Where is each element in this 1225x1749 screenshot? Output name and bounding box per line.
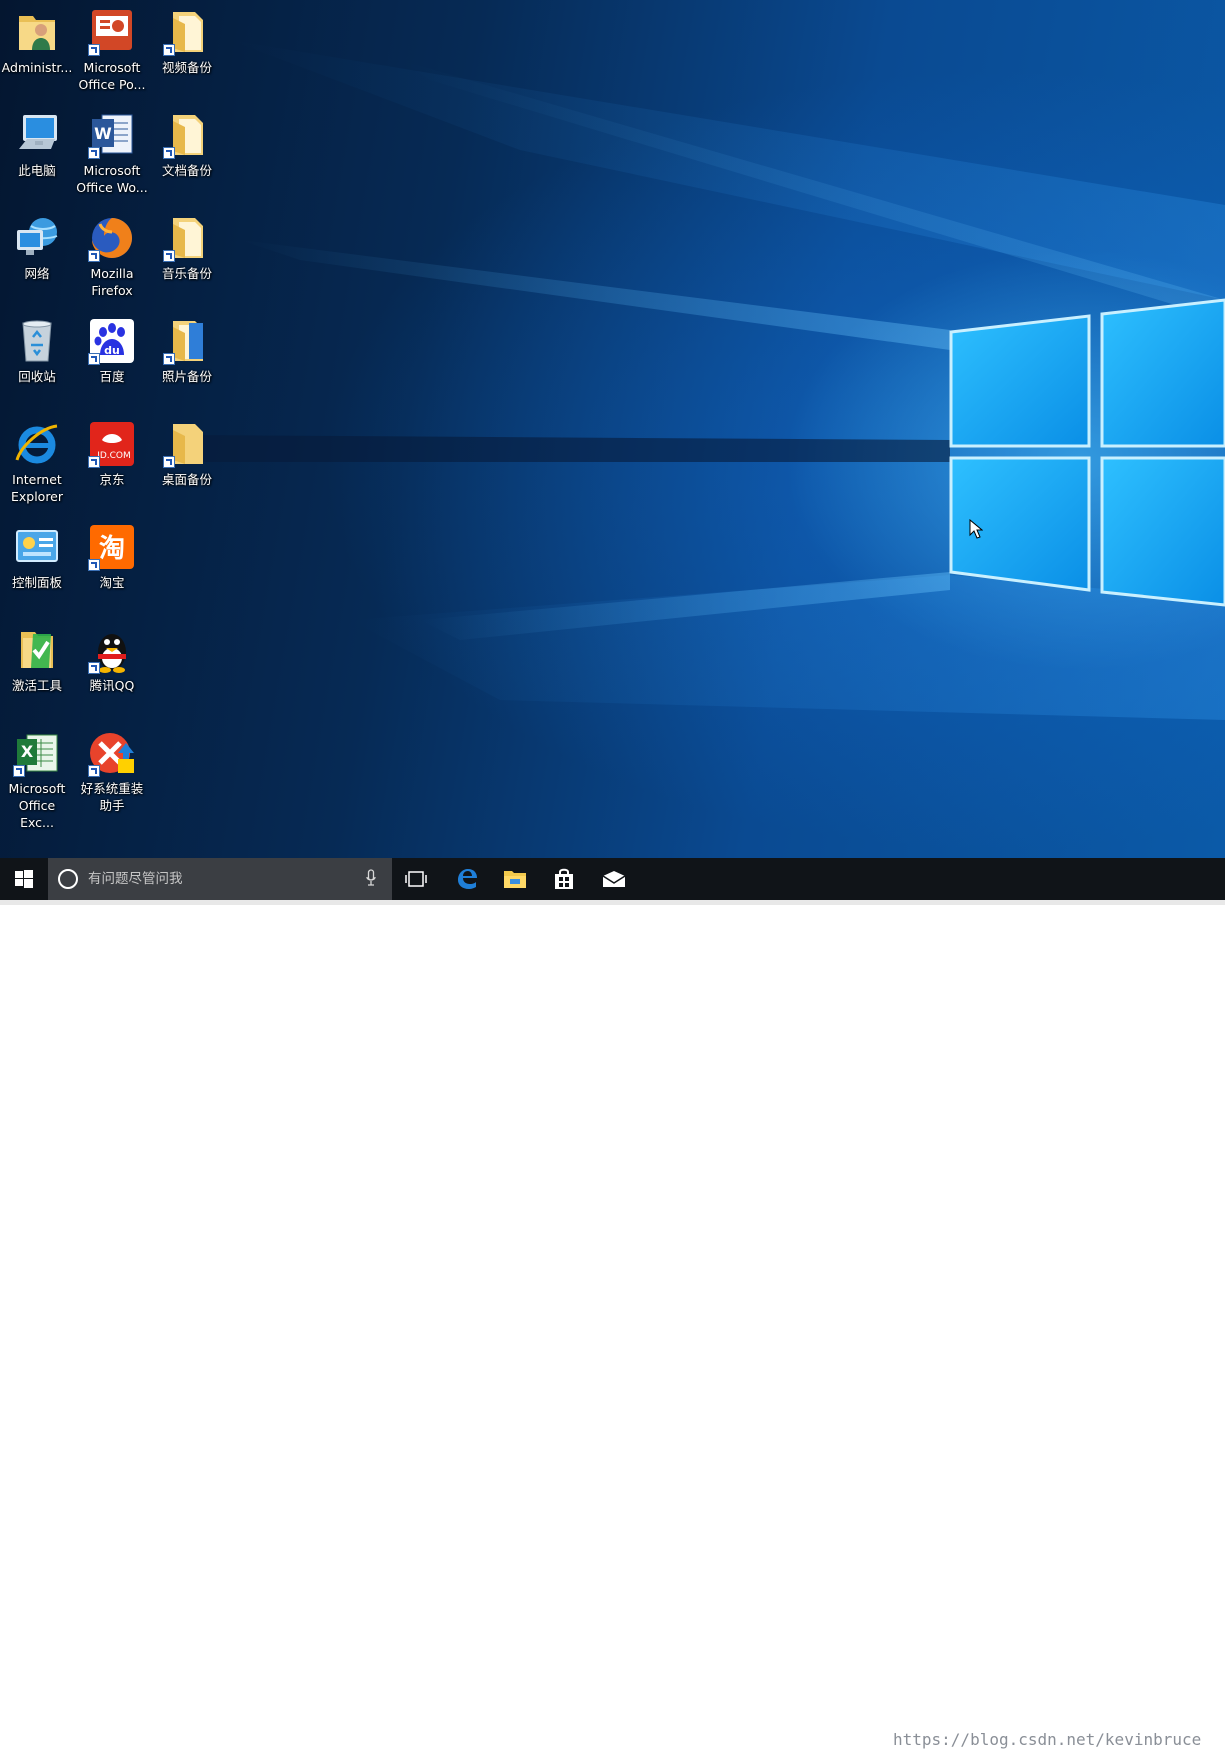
- desktop-icon-label: Mozilla Firefox: [90, 266, 134, 298]
- file-explorer-icon: [504, 871, 526, 888]
- shortcut-arrow-icon: [163, 147, 175, 159]
- user-folder-icon: [19, 16, 55, 50]
- task-view-icon: [405, 871, 427, 887]
- taskbar-mail[interactable]: [590, 858, 638, 900]
- desktop-icon-label: Microsoft Office Wo...: [76, 163, 148, 195]
- excel-glyph: X: [21, 742, 34, 761]
- internet-explorer-icon: [15, 424, 58, 464]
- jd-glyph: JD.COM: [96, 451, 131, 461]
- desktop-background: Administr... 此电脑 网络 回收站 Internet Explore…: [0, 0, 1225, 858]
- desktop-icon-powerpoint[interactable]: Microsoft Office Po...: [75, 8, 149, 93]
- store-icon: [555, 868, 573, 889]
- desktop-icon-qq[interactable]: 腾讯QQ: [75, 626, 149, 694]
- activation-tool-icon: [21, 632, 53, 668]
- start-button[interactable]: [0, 858, 48, 900]
- desktop-icon-label: 京东: [99, 472, 125, 487]
- shortcut-arrow-icon: [163, 456, 175, 468]
- desktop-icon-word[interactable]: W Microsoft Office Wo...: [75, 111, 149, 196]
- mail-icon: [602, 871, 626, 887]
- network-icon: [17, 218, 58, 255]
- desktop-icon-label: Administr...: [1, 60, 73, 75]
- taskbar-store[interactable]: [540, 858, 588, 900]
- desktop-icon-label: 网络: [24, 266, 50, 281]
- windows-start-icon: [15, 870, 33, 888]
- desktop-icon-desktop-backup[interactable]: 桌面备份: [150, 420, 224, 488]
- shortcut-arrow-icon: [88, 353, 100, 365]
- shortcut-arrow-icon: [13, 765, 25, 777]
- desktop-icon-jd[interactable]: JD.COM 京东: [75, 420, 149, 488]
- control-panel-icon: [16, 530, 58, 562]
- desktop-icon-firefox[interactable]: Mozilla Firefox: [75, 214, 149, 299]
- shortcut-arrow-icon: [163, 353, 175, 365]
- desktop-icon-label: 照片备份: [161, 369, 212, 384]
- computer-icon: [19, 115, 57, 149]
- bottom-strip: [0, 900, 1225, 905]
- shortcut-arrow-icon: [163, 250, 175, 262]
- desktop-icon-label: 好系统重装 助手: [80, 781, 144, 813]
- watermark-text: https://blog.csdn.net/kevinbruce: [893, 1730, 1202, 1749]
- mouse-cursor-icon: [969, 519, 983, 539]
- desktop-icon-label: 腾讯QQ: [89, 678, 135, 693]
- microphone-icon[interactable]: [366, 869, 376, 887]
- desktop-icon-label: 桌面备份: [161, 472, 212, 487]
- desktop-icon-label: Microsoft Office Exc...: [8, 781, 66, 830]
- shortcut-arrow-icon: [88, 662, 100, 674]
- baidu-glyph: du: [104, 344, 120, 357]
- desktop-icon-label: 视频备份: [161, 60, 212, 75]
- shortcut-arrow-icon: [163, 44, 175, 56]
- desktop-icon-reinstall-assistant[interactable]: 好系统重装 助手: [75, 729, 149, 814]
- desktop-icon-control-panel[interactable]: 控制面板: [0, 523, 74, 591]
- desktop-icon-video-backup[interactable]: 视频备份: [150, 8, 224, 76]
- desktop-icon-label: 控制面板: [11, 575, 62, 590]
- desktop-icon-recycle-bin[interactable]: 回收站: [0, 317, 74, 385]
- taskbar: 有问题尽管问我 https://blog.csdn.net/kevinbruce: [0, 858, 1225, 1749]
- desktop-icon-internet-explorer[interactable]: Internet Explorer: [0, 420, 74, 505]
- task-view-button[interactable]: [392, 858, 440, 900]
- desktop-icon-label: 文档备份: [161, 163, 212, 178]
- desktop-icon-document-backup[interactable]: 文档备份: [150, 111, 224, 179]
- word-glyph: W: [94, 124, 112, 143]
- taskbar-edge[interactable]: [443, 858, 491, 900]
- desktop-icon-label: 音乐备份: [161, 266, 212, 281]
- shortcut-arrow-icon: [88, 44, 100, 56]
- desktop-icon-activation-tool[interactable]: 激活工具: [0, 626, 74, 694]
- desktop-icon-label: 此电脑: [18, 163, 56, 178]
- shortcut-arrow-icon: [88, 147, 100, 159]
- desktop-icon-label: 淘宝: [99, 575, 125, 590]
- desktop-icon-label: Microsoft Office Po...: [78, 60, 146, 92]
- cortana-icon: [58, 869, 78, 889]
- desktop-icon-music-backup[interactable]: 音乐备份: [150, 214, 224, 282]
- desktop-icon-photo-backup[interactable]: 照片备份: [150, 317, 224, 385]
- shortcut-arrow-icon: [88, 559, 100, 571]
- desktop-icon-excel[interactable]: X Microsoft Office Exc...: [0, 729, 74, 831]
- desktop-icon-label: Internet Explorer: [10, 472, 64, 504]
- desktop-icon-taobao[interactable]: 淘 淘宝: [75, 523, 149, 591]
- search-box[interactable]: 有问题尽管问我: [48, 858, 392, 900]
- edge-icon: [458, 869, 477, 889]
- desktop-icon-administrator[interactable]: Administr...: [0, 8, 74, 76]
- desktop-icon-label: 回收站: [18, 369, 56, 384]
- shortcut-arrow-icon: [88, 765, 100, 777]
- shortcut-arrow-icon: [88, 456, 100, 468]
- desktop-icon-network[interactable]: 网络: [0, 214, 74, 282]
- taskbar-file-explorer[interactable]: [491, 858, 539, 900]
- desktop-icon-label: 百度: [99, 369, 125, 384]
- search-input[interactable]: 有问题尽管问我: [88, 858, 183, 900]
- desktop-icon-this-pc[interactable]: 此电脑: [0, 111, 74, 179]
- recycle-bin-icon: [22, 320, 52, 362]
- shortcut-arrow-icon: [88, 250, 100, 262]
- desktop-icon-label: 激活工具: [11, 678, 62, 693]
- taobao-glyph: 淘: [99, 534, 125, 564]
- desktop-icon-baidu[interactable]: du 百度: [75, 317, 149, 385]
